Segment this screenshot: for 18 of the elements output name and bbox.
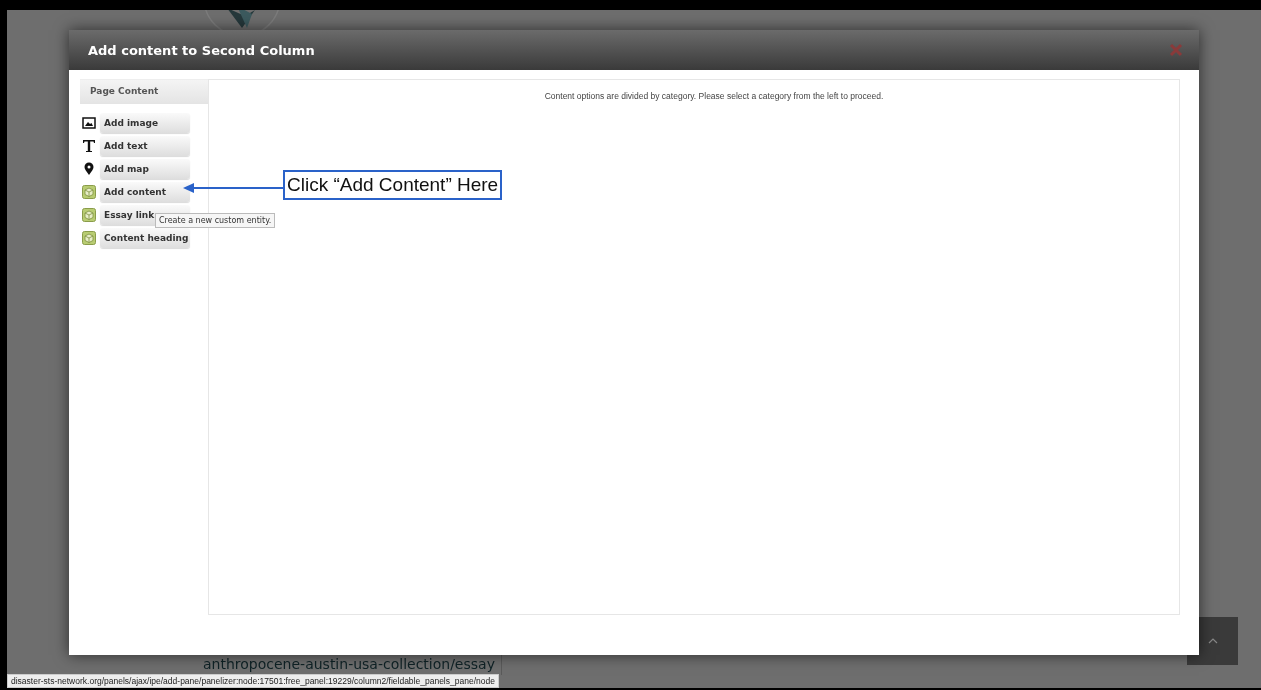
instruction-text: Content options are divided by category. Please select a category from the left to proceed.	[544, 91, 884, 103]
dialog-title: Add content to Second Column	[88, 42, 315, 58]
cube-icon	[82, 208, 96, 222]
sidebar-heading: Page Content	[80, 80, 208, 104]
chevron-up-icon	[1207, 638, 1218, 644]
sidebar-item[interactable]: Add text	[100, 136, 190, 156]
sidebar-item[interactable]: Add content	[100, 182, 190, 202]
sidebar-item[interactable]: Add map	[100, 159, 190, 179]
map-pin-icon	[82, 162, 96, 176]
tooltip: Create a new custom entity.	[155, 213, 276, 228]
status-bar-url: disaster-sts-network.org/panels/ajax/ipe/add-pane/panelizer:node:17501:free_panel:19229/column2/fieldable_panels_pane/node	[7, 674, 499, 688]
sidebar-item[interactable]: Content heading	[100, 228, 190, 248]
cube-icon	[82, 185, 96, 199]
type-icon	[82, 139, 96, 153]
cube-icon	[82, 231, 96, 245]
sidebar-item[interactable]: Add image	[100, 113, 190, 133]
image-icon	[82, 116, 96, 130]
annotation-label: Click “Add Content” Here	[283, 170, 503, 200]
